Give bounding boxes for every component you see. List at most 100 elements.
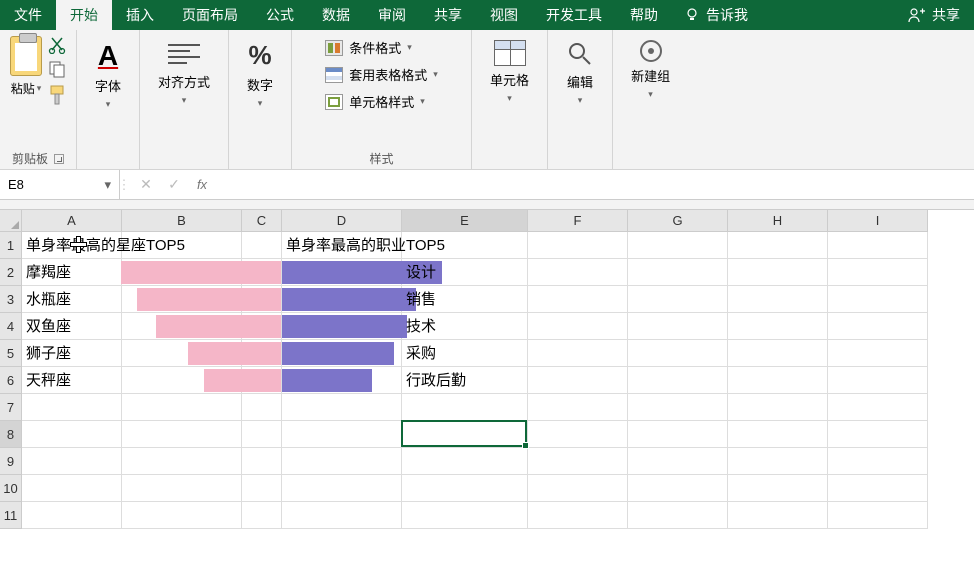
tab-review[interactable]: 审阅 bbox=[364, 0, 420, 30]
tab-formulas[interactable]: 公式 bbox=[252, 0, 308, 30]
cell-C8[interactable] bbox=[242, 421, 282, 448]
col-header-I[interactable]: I bbox=[828, 210, 928, 232]
cell-I11[interactable] bbox=[828, 502, 928, 529]
row-header-6[interactable]: 6 bbox=[0, 367, 22, 394]
new-group-button[interactable]: 新建组 ▾ bbox=[623, 36, 678, 104]
paste-button[interactable]: 粘贴▾ bbox=[10, 36, 42, 97]
cell-F9[interactable] bbox=[528, 448, 628, 475]
tab-help[interactable]: 帮助 bbox=[616, 0, 672, 30]
tab-share[interactable]: 共享 bbox=[420, 0, 476, 30]
cell-A2[interactable]: 摩羯座 bbox=[22, 259, 122, 286]
col-header-A[interactable]: A bbox=[22, 210, 122, 232]
cell-styles-button[interactable]: 单元格样式 ▾ bbox=[321, 90, 442, 113]
insert-function-button[interactable]: fx bbox=[188, 171, 216, 199]
cell-H1[interactable] bbox=[728, 232, 828, 259]
cell-F3[interactable] bbox=[528, 286, 628, 313]
cell-E2[interactable]: 设计 bbox=[402, 259, 528, 286]
row-header-10[interactable]: 10 bbox=[0, 475, 22, 502]
cell-F1[interactable] bbox=[528, 232, 628, 259]
cell-F11[interactable] bbox=[528, 502, 628, 529]
cell-G5[interactable] bbox=[628, 340, 728, 367]
row-header-7[interactable]: 7 bbox=[0, 394, 22, 421]
cell-E4[interactable]: 技术 bbox=[402, 313, 528, 340]
cell-I3[interactable] bbox=[828, 286, 928, 313]
cell-E5[interactable]: 采购 bbox=[402, 340, 528, 367]
cancel-formula-button[interactable]: ✕ bbox=[132, 171, 160, 199]
cell-B1[interactable] bbox=[122, 232, 242, 259]
row-header-4[interactable]: 4 bbox=[0, 313, 22, 340]
cell-C3[interactable] bbox=[242, 286, 282, 313]
cell-B9[interactable] bbox=[122, 448, 242, 475]
cell-B8[interactable] bbox=[122, 421, 242, 448]
alignment-button[interactable]: 对齐方式 ▾ bbox=[150, 36, 218, 110]
cell-A1[interactable]: 单身率最高的星座TOP5 bbox=[22, 232, 122, 259]
tab-data[interactable]: 数据 bbox=[308, 0, 364, 30]
conditional-formatting-button[interactable]: 条件格式 ▾ bbox=[321, 36, 442, 59]
tab-file[interactable]: 文件 bbox=[0, 0, 56, 30]
cell-C6[interactable] bbox=[242, 367, 282, 394]
cell-E1[interactable] bbox=[402, 232, 528, 259]
cell-B10[interactable] bbox=[122, 475, 242, 502]
col-header-E[interactable]: E bbox=[402, 210, 528, 232]
cell-I4[interactable] bbox=[828, 313, 928, 340]
cell-I5[interactable] bbox=[828, 340, 928, 367]
cell-G8[interactable] bbox=[628, 421, 728, 448]
cell-F7[interactable] bbox=[528, 394, 628, 421]
cell-C4[interactable] bbox=[242, 313, 282, 340]
cell-H8[interactable] bbox=[728, 421, 828, 448]
cell-D11[interactable] bbox=[282, 502, 402, 529]
cell-I6[interactable] bbox=[828, 367, 928, 394]
cell-F6[interactable] bbox=[528, 367, 628, 394]
cell-G7[interactable] bbox=[628, 394, 728, 421]
cell-C10[interactable] bbox=[242, 475, 282, 502]
cell-A11[interactable] bbox=[22, 502, 122, 529]
row-header-1[interactable]: 1 bbox=[0, 232, 22, 259]
cell-I7[interactable] bbox=[828, 394, 928, 421]
cell-F2[interactable] bbox=[528, 259, 628, 286]
cell-D8[interactable] bbox=[282, 421, 402, 448]
format-as-table-button[interactable]: 套用表格格式 ▾ bbox=[321, 63, 442, 86]
cell-G3[interactable] bbox=[628, 286, 728, 313]
cut-button[interactable] bbox=[48, 36, 66, 54]
cell-D7[interactable] bbox=[282, 394, 402, 421]
font-button[interactable]: A 字体 ▾ bbox=[87, 36, 129, 114]
cell-C5[interactable] bbox=[242, 340, 282, 367]
cell-C11[interactable] bbox=[242, 502, 282, 529]
cells-area[interactable]: 单身率最高的星座TOP5单身率最高的职业TOP5摩羯座设计水瓶座销售双鱼座技术狮… bbox=[22, 232, 928, 529]
row-header-11[interactable]: 11 bbox=[0, 502, 22, 529]
row-header-3[interactable]: 3 bbox=[0, 286, 22, 313]
clipboard-dialog-launcher[interactable] bbox=[54, 154, 64, 164]
cell-H6[interactable] bbox=[728, 367, 828, 394]
row-header-2[interactable]: 2 bbox=[0, 259, 22, 286]
cell-H4[interactable] bbox=[728, 313, 828, 340]
cell-H3[interactable] bbox=[728, 286, 828, 313]
editing-button[interactable]: 编辑 ▾ bbox=[558, 36, 602, 110]
cell-F10[interactable] bbox=[528, 475, 628, 502]
cell-E3[interactable]: 销售 bbox=[402, 286, 528, 313]
col-header-C[interactable]: C bbox=[242, 210, 282, 232]
cell-E10[interactable] bbox=[402, 475, 528, 502]
tab-developer[interactable]: 开发工具 bbox=[532, 0, 616, 30]
select-all-corner[interactable] bbox=[0, 210, 22, 232]
cell-D10[interactable] bbox=[282, 475, 402, 502]
cell-C1[interactable] bbox=[242, 232, 282, 259]
spreadsheet-grid[interactable]: ABCDEFGHI 1234567891011 单身率最高的星座TOP5单身率最… bbox=[0, 210, 974, 232]
cell-G1[interactable] bbox=[628, 232, 728, 259]
chevron-down-icon[interactable]: ▾ bbox=[104, 177, 111, 193]
cells-button[interactable]: 单元格 ▾ bbox=[482, 36, 537, 108]
cell-I1[interactable] bbox=[828, 232, 928, 259]
cell-D4[interactable] bbox=[282, 313, 402, 340]
cell-F4[interactable] bbox=[528, 313, 628, 340]
cell-D2[interactable] bbox=[282, 259, 402, 286]
cell-A8[interactable] bbox=[22, 421, 122, 448]
cell-I10[interactable] bbox=[828, 475, 928, 502]
col-header-H[interactable]: H bbox=[728, 210, 828, 232]
col-header-G[interactable]: G bbox=[628, 210, 728, 232]
col-header-B[interactable]: B bbox=[122, 210, 242, 232]
cell-H11[interactable] bbox=[728, 502, 828, 529]
tell-me[interactable]: 告诉我 bbox=[672, 5, 760, 25]
tab-insert[interactable]: 插入 bbox=[112, 0, 168, 30]
tab-home[interactable]: 开始 bbox=[56, 0, 112, 30]
cell-D9[interactable] bbox=[282, 448, 402, 475]
cell-D3[interactable] bbox=[282, 286, 402, 313]
